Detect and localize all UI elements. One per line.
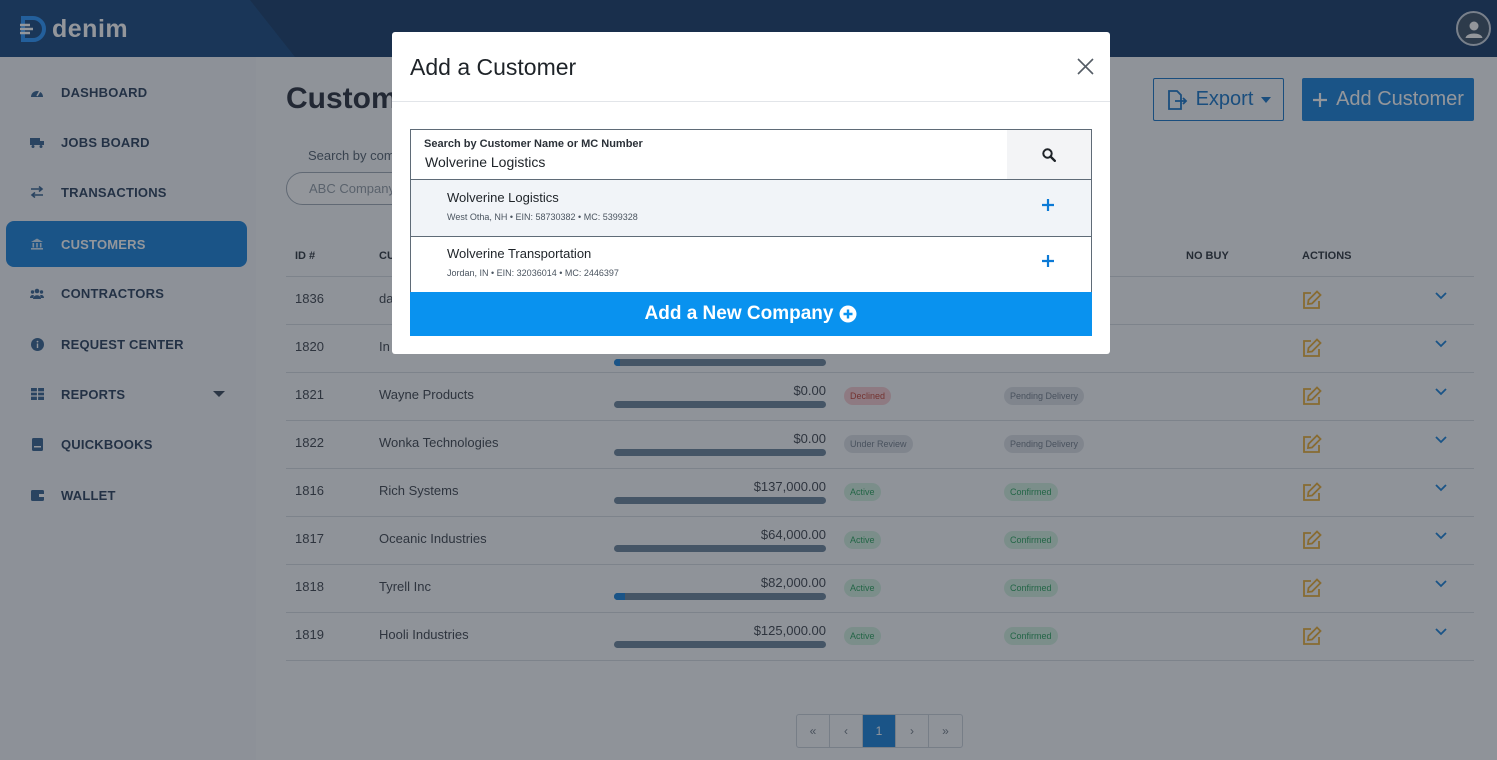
close-icon[interactable] [1077, 58, 1094, 75]
company-search-field[interactable]: Search by Customer Name or MC Number Wol… [410, 129, 1092, 180]
company-search-button[interactable] [1007, 130, 1091, 179]
search-result-item[interactable]: Wolverine Logistics West Otha, NH • EIN:… [410, 180, 1092, 237]
result-company-name: Wolverine Logistics [447, 190, 559, 205]
modal-header: Add a Customer [392, 32, 1110, 102]
search-result-item[interactable]: Wolverine Transportation Jordan, IN • EI… [410, 236, 1092, 293]
add-plus-icon[interactable] [1041, 198, 1055, 212]
add-plus-icon[interactable] [1041, 254, 1055, 268]
modal-title: Add a Customer [410, 54, 577, 80]
result-company-name: Wolverine Transportation [447, 246, 592, 261]
plus-circle-icon [839, 305, 857, 323]
company-search-input[interactable]: Wolverine Logistics [425, 154, 545, 170]
result-company-details: West Otha, NH • EIN: 58730382 • MC: 5399… [447, 212, 638, 222]
add-customer-modal: Add a Customer Search by Customer Name o… [392, 32, 1110, 354]
result-company-details: Jordan, IN • EIN: 32036014 • MC: 2446397 [447, 268, 619, 278]
search-icon [1042, 147, 1056, 162]
company-search-label: Search by Customer Name or MC Number [424, 138, 643, 150]
add-new-company-button[interactable]: Add a New Company [410, 292, 1092, 336]
add-new-company-label: Add a New Company [644, 303, 834, 324]
